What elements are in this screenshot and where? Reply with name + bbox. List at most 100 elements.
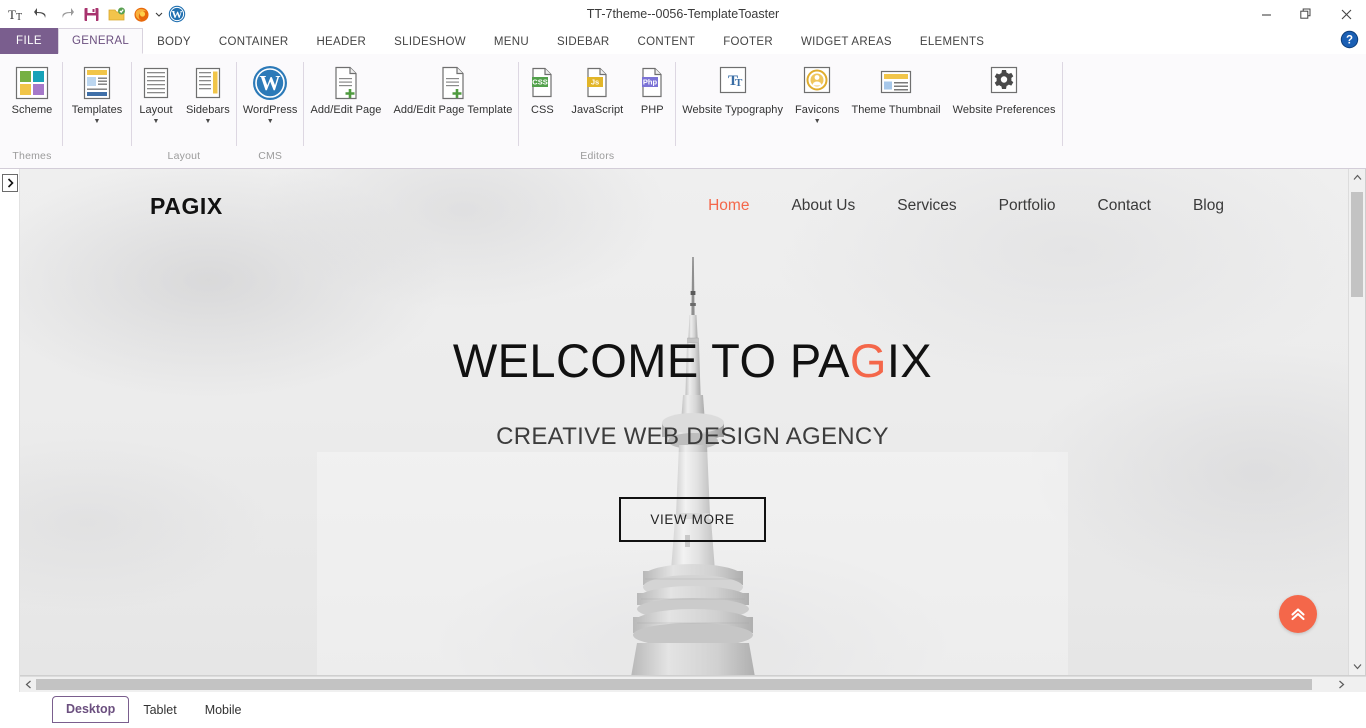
ribbon-group-themes: Scheme Themes bbox=[2, 54, 62, 168]
restore-button[interactable] bbox=[1286, 0, 1326, 28]
view-more-button[interactable]: VIEW MORE bbox=[619, 496, 766, 542]
sidebars-button[interactable]: Sidebars ▼ bbox=[180, 60, 236, 127]
chevron-down-icon[interactable]: ▼ bbox=[153, 118, 160, 126]
favicons-label: Favicons bbox=[795, 104, 840, 116]
sidebars-icon bbox=[193, 64, 223, 102]
save-icon[interactable] bbox=[79, 2, 104, 26]
horizontal-scroll-track[interactable] bbox=[36, 677, 1333, 692]
gear-icon bbox=[987, 64, 1021, 102]
website-typography-label: Website Typography bbox=[682, 104, 784, 116]
templatetoaster-window: TT W TT-7theme--0056-TemplateToaster FIL… bbox=[0, 0, 1366, 728]
layout-button[interactable]: Layout ▼ bbox=[132, 60, 180, 127]
export-icon[interactable] bbox=[104, 2, 129, 26]
group-label-editors: Editors bbox=[580, 150, 615, 162]
svg-text:W: W bbox=[260, 71, 281, 95]
minimize-button[interactable] bbox=[1246, 0, 1286, 28]
page-template-add-icon bbox=[438, 64, 468, 102]
add-edit-page-button[interactable]: Add/Edit Page bbox=[304, 60, 387, 118]
tab-elements[interactable]: ELEMENTS bbox=[906, 28, 998, 54]
wordpress-button[interactable]: W WordPress ▼ bbox=[237, 60, 304, 127]
horizontal-scroll-thumb[interactable] bbox=[36, 679, 1312, 690]
preview-vertical-scrollbar[interactable] bbox=[1348, 169, 1365, 675]
tab-header[interactable]: HEADER bbox=[302, 28, 380, 54]
hero-section: WELCOME TO PAGIX CREATIVE WEB DESIGN AGE… bbox=[20, 169, 1365, 675]
scroll-down-button[interactable] bbox=[1349, 658, 1365, 675]
website-preferences-button[interactable]: Website Preferences bbox=[947, 60, 1062, 118]
css-editor-label: CSS bbox=[531, 104, 554, 116]
add-edit-page-template-button[interactable]: Add/Edit Page Template bbox=[387, 60, 518, 118]
tab-slideshow[interactable]: SLIDESHOW bbox=[380, 28, 480, 54]
device-tab-tablet[interactable]: Tablet bbox=[129, 697, 190, 723]
tab-body[interactable]: BODY bbox=[143, 28, 205, 54]
scroll-to-top-button[interactable] bbox=[1279, 595, 1317, 633]
expand-left-panel-button[interactable] bbox=[2, 174, 18, 192]
redo-icon[interactable] bbox=[54, 2, 79, 26]
color-scheme-icon bbox=[15, 64, 49, 102]
ribbon-group-cms: W WordPress ▼ CMS bbox=[237, 54, 304, 168]
layout-label: Layout bbox=[139, 104, 173, 116]
php-editor-button[interactable]: Php PHP bbox=[629, 60, 675, 118]
group-divider bbox=[1061, 62, 1063, 146]
preview-horizontal-scrollbar[interactable] bbox=[20, 676, 1366, 692]
wordpress-icon[interactable]: W bbox=[164, 2, 189, 26]
scrollbar-corner bbox=[1349, 677, 1366, 692]
title-bar: TT W TT-7theme--0056-TemplateToaster bbox=[0, 0, 1366, 28]
device-tab-desktop[interactable]: Desktop bbox=[52, 696, 130, 723]
wordpress-icon: W bbox=[251, 64, 289, 102]
layout-icon bbox=[141, 64, 171, 102]
tab-file[interactable]: FILE bbox=[0, 28, 58, 54]
templates-label: Templates bbox=[71, 104, 123, 116]
close-button[interactable] bbox=[1326, 0, 1366, 28]
firefox-preview-icon[interactable] bbox=[129, 2, 154, 26]
favicons-button[interactable]: Favicons ▼ bbox=[789, 60, 845, 127]
left-rail bbox=[0, 169, 20, 692]
thumbnail-icon bbox=[878, 64, 914, 102]
templates-button[interactable]: Templates ▼ bbox=[63, 60, 131, 127]
group-label-themes: Themes bbox=[12, 150, 52, 162]
scheme-button[interactable]: Scheme bbox=[2, 60, 62, 118]
typography-icon: TT bbox=[716, 64, 750, 102]
tab-container[interactable]: CONTAINER bbox=[205, 28, 303, 54]
group-label-settings bbox=[676, 148, 1061, 168]
help-icon[interactable]: ? bbox=[1340, 30, 1360, 50]
javascript-editor-button[interactable]: Js JavaScript bbox=[565, 60, 629, 118]
ribbon-group-settings: TT Website Typography Favicons ▼ Theme T… bbox=[676, 54, 1061, 168]
page-add-icon bbox=[331, 64, 361, 102]
chevron-down-icon[interactable]: ▼ bbox=[267, 118, 274, 126]
scroll-up-button[interactable] bbox=[1349, 169, 1365, 186]
tab-content[interactable]: CONTENT bbox=[624, 28, 710, 54]
add-edit-page-label: Add/Edit Page bbox=[310, 104, 382, 116]
undo-icon[interactable] bbox=[29, 2, 54, 26]
tab-menu[interactable]: MENU bbox=[480, 28, 543, 54]
theme-thumbnail-button[interactable]: Theme Thumbnail bbox=[845, 60, 946, 118]
chevron-down-icon[interactable]: ▼ bbox=[94, 118, 101, 126]
group-label-cms: CMS bbox=[258, 150, 283, 162]
quick-access-toolbar: TT W bbox=[0, 2, 189, 26]
chevron-down-icon[interactable]: ▼ bbox=[814, 118, 821, 126]
vertical-scroll-track[interactable] bbox=[1349, 186, 1365, 658]
ribbon-group-pages: Add/Edit Page Add/Edit Page Template bbox=[304, 54, 518, 168]
work-area: PAGIX Home About Us Services Portfolio C… bbox=[0, 169, 1366, 692]
tab-footer[interactable]: FOOTER bbox=[709, 28, 787, 54]
wordpress-label: WordPress bbox=[242, 104, 298, 116]
svg-text:T: T bbox=[8, 7, 16, 22]
hero-title-prefix: WELCOME TO PA bbox=[452, 333, 850, 387]
vertical-scroll-thumb[interactable] bbox=[1351, 192, 1363, 297]
tab-sidebar[interactable]: SIDEBAR bbox=[543, 28, 624, 54]
device-tab-mobile[interactable]: Mobile bbox=[191, 697, 256, 723]
website-typography-button[interactable]: TT Website Typography bbox=[676, 60, 789, 118]
tab-widget-areas[interactable]: WIDGET AREAS bbox=[787, 28, 906, 54]
browser-dropdown-icon[interactable] bbox=[154, 2, 164, 26]
group-label-templates bbox=[63, 148, 131, 168]
scroll-left-button[interactable] bbox=[20, 677, 36, 692]
tab-general[interactable]: GENERAL bbox=[58, 28, 144, 54]
font-size-icon[interactable]: TT bbox=[4, 2, 29, 26]
website-preferences-label: Website Preferences bbox=[952, 104, 1056, 116]
chevron-down-icon[interactable]: ▼ bbox=[204, 118, 211, 126]
js-file-icon: Js bbox=[582, 64, 612, 102]
ribbon-group-layout: Layout ▼ Sidebars ▼ Layout bbox=[132, 54, 236, 168]
scroll-right-button[interactable] bbox=[1333, 677, 1349, 692]
hero-title: WELCOME TO PAGIX bbox=[453, 333, 932, 388]
css-editor-button[interactable]: CSS CSS bbox=[519, 60, 565, 118]
svg-text:T: T bbox=[16, 12, 22, 22]
